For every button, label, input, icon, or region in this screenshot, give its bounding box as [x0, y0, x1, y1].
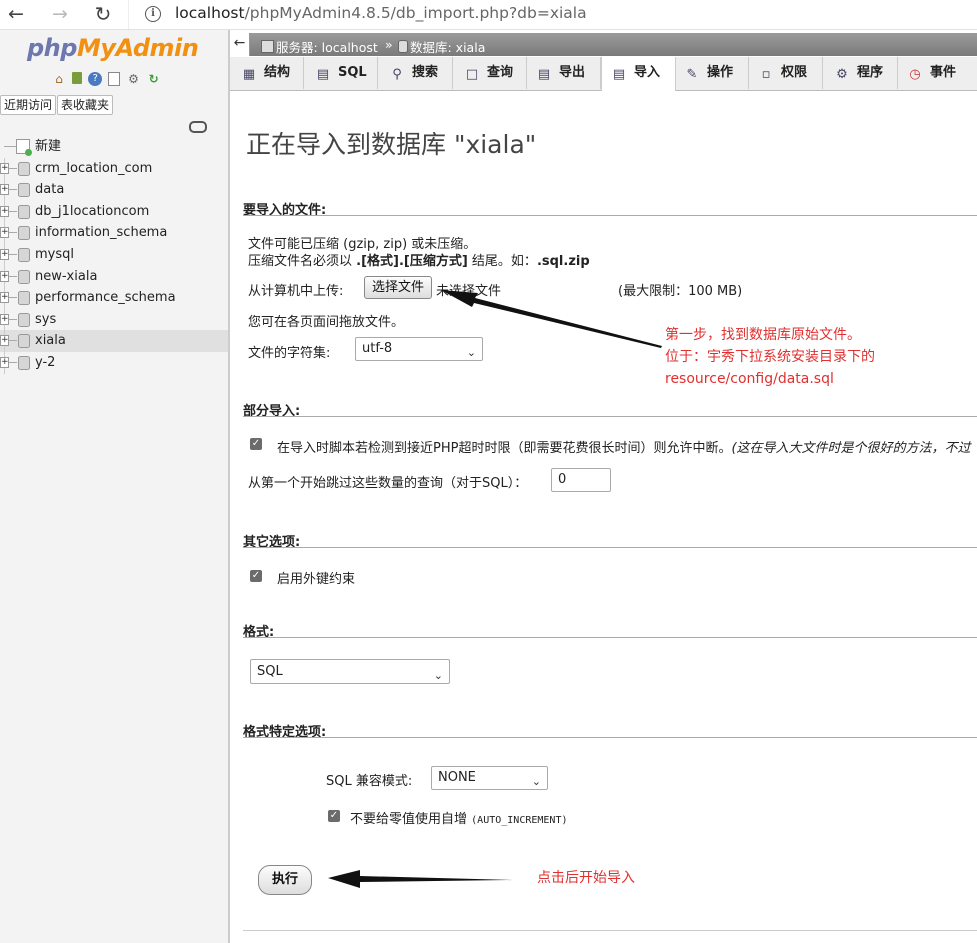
arrow-to-go-button — [328, 870, 513, 888]
annotation-step1-line3: resource/config/data.sql — [665, 371, 834, 387]
annotation-step2: 点击后开始导入 — [537, 870, 635, 886]
arrow-to-choose-file — [441, 290, 662, 348]
annotation-arrows — [328, 290, 662, 888]
annotation-step1-line1: 第一步，找到数据库原始文件。 — [665, 327, 861, 343]
annotation-step1-line2: 位于：宇秀下拉系统安装目录下的 — [665, 349, 875, 365]
